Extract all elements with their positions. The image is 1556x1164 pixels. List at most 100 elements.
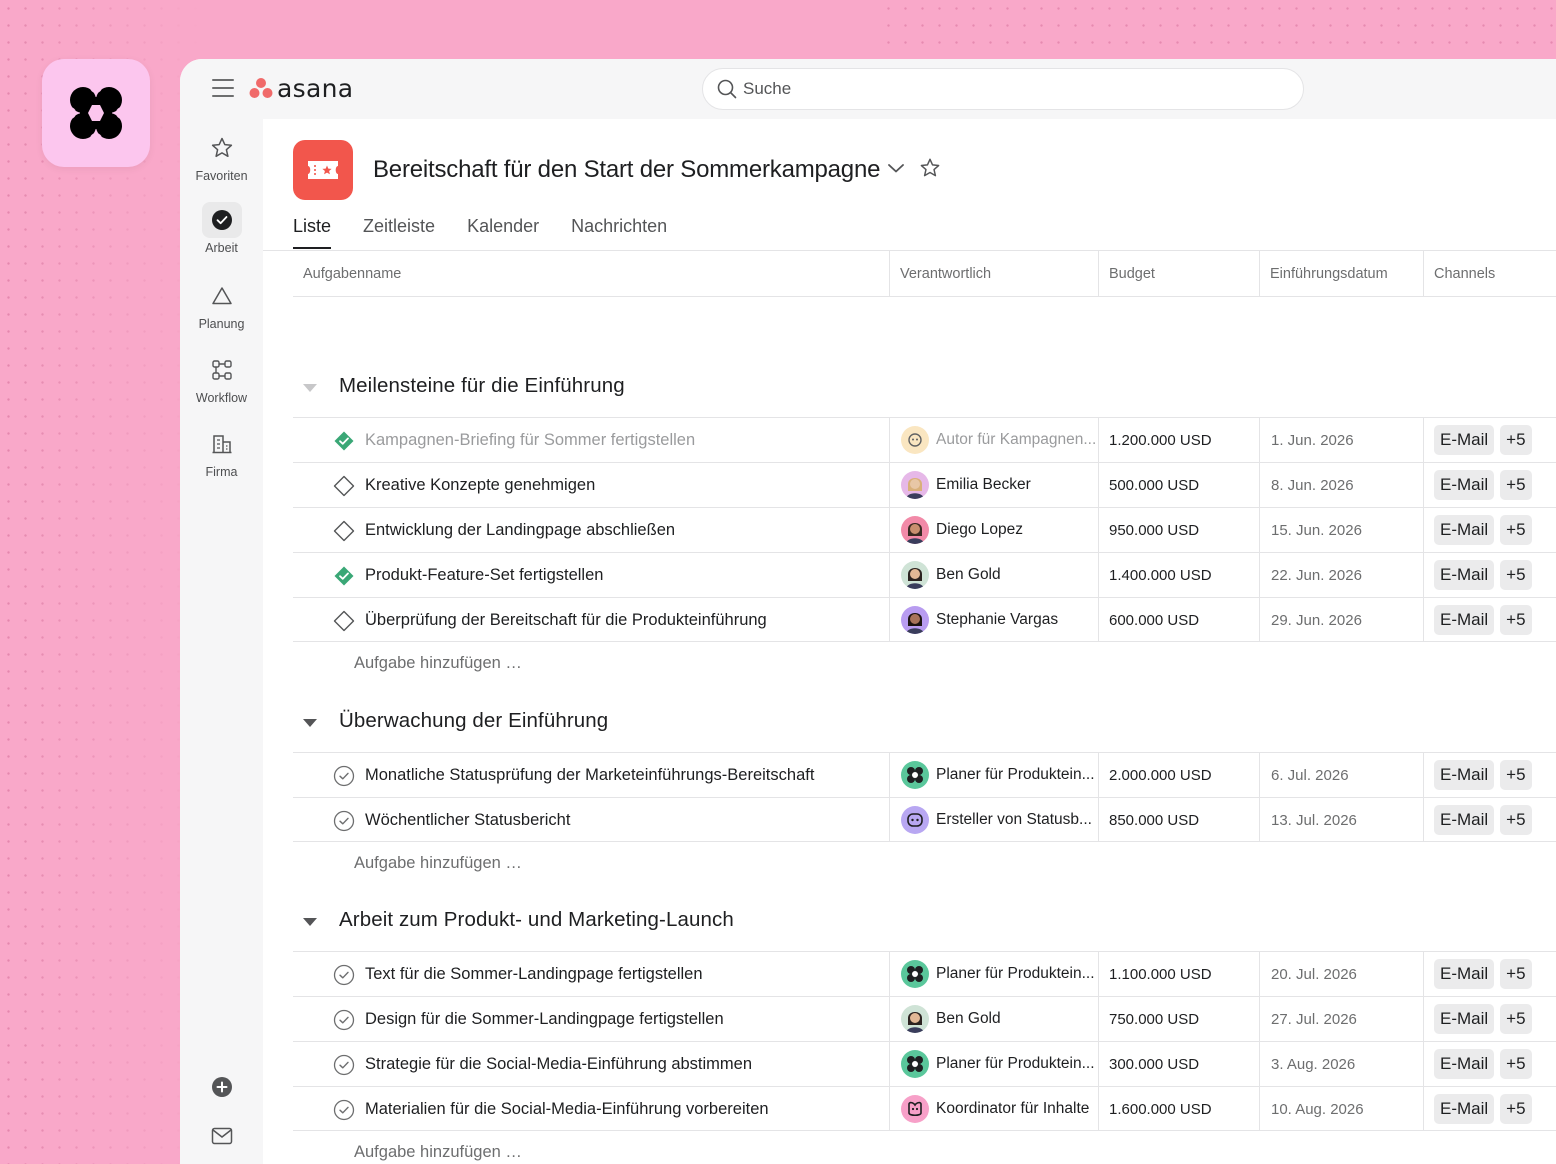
channel-chip[interactable]: E-Mail: [1434, 605, 1495, 635]
complete-task-checkbox-icon[interactable]: [333, 1054, 355, 1076]
task-row[interactable]: Text für die Sommer-Landingpage fertigst…: [293, 951, 1556, 996]
more-channels-chip[interactable]: +5: [1500, 760, 1532, 790]
sidebar-item-arbeit[interactable]: Arbeit: [180, 202, 263, 255]
assignee-cell[interactable]: Autor für Kampagnen...: [901, 418, 1096, 462]
channels-cell[interactable]: E-Mail +5: [1434, 418, 1532, 462]
budget-cell[interactable]: 750.000 USD: [1109, 997, 1199, 1041]
complete-task-checkbox-icon[interactable]: [333, 1099, 355, 1121]
task-row[interactable]: Monatliche Statusprüfung der Marketeinfü…: [293, 752, 1556, 797]
asana-logo[interactable]: asana: [249, 73, 353, 103]
assignee-cell[interactable]: Ben Gold: [901, 997, 1001, 1041]
more-channels-chip[interactable]: +5: [1500, 470, 1532, 500]
complete-task-checkbox-icon[interactable]: [333, 810, 355, 832]
channels-cell[interactable]: E-Mail +5: [1434, 798, 1532, 842]
task-name[interactable]: Kampagnen-Briefing für Sommer fertigstel…: [365, 418, 695, 462]
inbox-button[interactable]: [180, 1127, 263, 1145]
task-row[interactable]: Design für die Sommer-Landingpage fertig…: [293, 996, 1556, 1041]
channels-cell[interactable]: E-Mail +5: [1434, 1087, 1532, 1131]
add-task-button[interactable]: Aufgabe hinzufügen …: [354, 854, 522, 873]
completed-milestone-icon[interactable]: [333, 430, 355, 452]
milestone-icon[interactable]: [333, 610, 355, 632]
channel-chip[interactable]: E-Mail: [1434, 560, 1495, 590]
channels-cell[interactable]: E-Mail +5: [1434, 598, 1532, 642]
complete-task-checkbox-icon[interactable]: [333, 765, 355, 787]
sidebar-item-favoriten[interactable]: Favoriten: [180, 131, 263, 183]
chevron-down-icon[interactable]: [887, 162, 905, 174]
task-name[interactable]: Text für die Sommer-Landingpage fertigst…: [365, 952, 703, 996]
complete-task-checkbox-icon[interactable]: [333, 964, 355, 986]
tab-nachrichten[interactable]: Nachrichten: [571, 216, 667, 249]
task-row[interactable]: Kampagnen-Briefing für Sommer fertigstel…: [293, 417, 1556, 462]
assignee-cell[interactable]: Diego Lopez: [901, 508, 1023, 552]
section-title[interactable]: Meilensteine für die Einführung: [339, 374, 625, 398]
assignee-cell[interactable]: Planer für Produktein...: [901, 1042, 1095, 1086]
budget-cell[interactable]: 850.000 USD: [1109, 798, 1199, 842]
more-channels-chip[interactable]: +5: [1500, 425, 1532, 455]
search-input[interactable]: Suche: [702, 68, 1304, 110]
channel-chip[interactable]: E-Mail: [1434, 1049, 1495, 1079]
tab-kalender[interactable]: Kalender: [467, 216, 539, 249]
more-channels-chip[interactable]: +5: [1500, 605, 1532, 635]
channels-cell[interactable]: E-Mail +5: [1434, 952, 1532, 996]
launch-date-cell[interactable]: 8. Jun. 2026: [1271, 463, 1354, 507]
tab-liste[interactable]: Liste: [293, 216, 332, 249]
task-name[interactable]: Strategie für die Social-Media-Einführun…: [365, 1042, 752, 1086]
launch-date-cell[interactable]: 1. Jun. 2026: [1271, 418, 1354, 462]
add-task-button[interactable]: Aufgabe hinzufügen …: [354, 1143, 522, 1162]
channels-cell[interactable]: E-Mail +5: [1434, 997, 1532, 1041]
add-task-button[interactable]: Aufgabe hinzufügen …: [354, 654, 522, 673]
sidebar-item-firma[interactable]: Firma: [180, 427, 263, 479]
star-icon[interactable]: [919, 157, 941, 179]
budget-cell[interactable]: 600.000 USD: [1109, 598, 1199, 642]
assignee-cell[interactable]: Planer für Produktein...: [901, 753, 1095, 797]
column-header-budget[interactable]: Budget: [1099, 251, 1155, 296]
task-name[interactable]: Materialien für die Social-Media-Einführ…: [365, 1087, 769, 1131]
task-name[interactable]: Design für die Sommer-Landingpage fertig…: [365, 997, 724, 1041]
more-channels-chip[interactable]: +5: [1500, 515, 1532, 545]
assignee-cell[interactable]: Stephanie Vargas: [901, 598, 1058, 642]
channels-cell[interactable]: E-Mail +5: [1434, 553, 1532, 597]
section-collapse-icon[interactable]: [303, 918, 317, 926]
channel-chip[interactable]: E-Mail: [1434, 425, 1495, 455]
launch-date-cell[interactable]: 22. Jun. 2026: [1271, 553, 1362, 597]
section-title[interactable]: Arbeit zum Produkt- und Marketing-Launch: [339, 908, 734, 932]
launch-date-cell[interactable]: 20. Jul. 2026: [1271, 952, 1357, 996]
column-header-launch-date[interactable]: Einführungsdatum: [1260, 251, 1388, 296]
channel-chip[interactable]: E-Mail: [1434, 805, 1495, 835]
budget-cell[interactable]: 1.200.000 USD: [1109, 418, 1212, 462]
task-row[interactable]: Überprüfung der Bereitschaft für die Pro…: [293, 597, 1556, 642]
channels-cell[interactable]: E-Mail +5: [1434, 463, 1532, 507]
channel-chip[interactable]: E-Mail: [1434, 959, 1495, 989]
channel-chip[interactable]: E-Mail: [1434, 760, 1495, 790]
channels-cell[interactable]: E-Mail +5: [1434, 753, 1532, 797]
launch-date-cell[interactable]: 13. Jul. 2026: [1271, 798, 1357, 842]
task-name[interactable]: Produkt-Feature-Set fertigstellen: [365, 553, 603, 597]
budget-cell[interactable]: 500.000 USD: [1109, 463, 1199, 507]
launch-date-cell[interactable]: 6. Jul. 2026: [1271, 753, 1349, 797]
channels-cell[interactable]: E-Mail +5: [1434, 1042, 1532, 1086]
channel-chip[interactable]: E-Mail: [1434, 1004, 1495, 1034]
completed-milestone-icon[interactable]: [333, 565, 355, 587]
task-row[interactable]: Produkt-Feature-Set fertigstellen Ben Gol…: [293, 552, 1556, 597]
assignee-cell[interactable]: Emilia Becker: [901, 463, 1031, 507]
column-header-assignee[interactable]: Verantwortlich: [890, 251, 991, 296]
column-header-channels[interactable]: Channels: [1424, 251, 1495, 296]
assignee-cell[interactable]: Ersteller von Statusb...: [901, 798, 1092, 842]
more-channels-chip[interactable]: +5: [1500, 560, 1532, 590]
assignee-cell[interactable]: Planer für Produktein...: [901, 952, 1095, 996]
budget-cell[interactable]: 950.000 USD: [1109, 508, 1199, 552]
task-name[interactable]: Kreative Konzepte genehmigen: [365, 463, 595, 507]
complete-task-checkbox-icon[interactable]: [333, 1009, 355, 1031]
more-channels-chip[interactable]: +5: [1500, 1049, 1532, 1079]
task-row[interactable]: Kreative Konzepte genehmigen Emilia Becke…: [293, 462, 1556, 507]
task-name[interactable]: Entwicklung der Landingpage abschließen: [365, 508, 675, 552]
channels-cell[interactable]: E-Mail +5: [1434, 508, 1532, 552]
budget-cell[interactable]: 1.100.000 USD: [1109, 952, 1212, 996]
assignee-cell[interactable]: Koordinator für Inhalte: [901, 1087, 1089, 1131]
section-title[interactable]: Überwachung der Einführung: [339, 709, 608, 733]
more-channels-chip[interactable]: +5: [1500, 959, 1532, 989]
assignee-cell[interactable]: Ben Gold: [901, 553, 1001, 597]
sidebar-item-planung[interactable]: Planung: [180, 279, 263, 331]
project-icon[interactable]: [293, 140, 353, 200]
budget-cell[interactable]: 2.000.000 USD: [1109, 753, 1212, 797]
